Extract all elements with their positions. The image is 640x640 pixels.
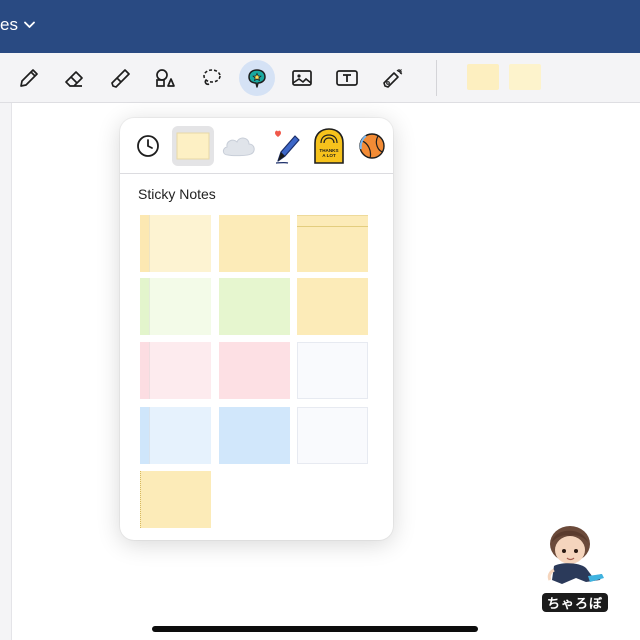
chevron-down-icon [24, 21, 35, 28]
sticky-note-option[interactable] [219, 278, 290, 335]
sticker-icon [248, 69, 266, 88]
sticky-note-option[interactable] [140, 278, 211, 335]
clock-icon [137, 135, 159, 157]
elements-popover: THANKS A LOT Sticky Notes [120, 118, 393, 540]
sticky-note-option[interactable] [297, 215, 368, 272]
sticky-note-option[interactable] [297, 407, 368, 464]
pen-heart-icon [275, 130, 300, 164]
toolbar-divider [436, 60, 437, 96]
tab-recent[interactable] [132, 126, 164, 166]
sticky-note-icon [176, 132, 210, 160]
svg-text:A LOT: A LOT [322, 153, 336, 158]
sticky-note-option[interactable] [297, 278, 368, 335]
tab-more-stickers[interactable] [356, 126, 386, 166]
highlighter-icon [111, 69, 130, 88]
thanks-badge-icon: THANKSA LOT [314, 128, 344, 164]
shapes-icon [156, 69, 175, 87]
highlighter-tool-button[interactable] [104, 62, 136, 94]
laser-pointer-icon [383, 69, 403, 88]
document-title-text: es [0, 15, 18, 34]
sticky-note-option[interactable] [140, 407, 211, 464]
watermark-label: ちゃろぼ [542, 593, 608, 612]
text-tool-button[interactable] [331, 62, 363, 94]
tab-sticky-notes[interactable] [172, 126, 214, 166]
shapes-tool-button[interactable] [149, 62, 181, 94]
sticky-note-option[interactable] [140, 471, 211, 528]
home-indicator[interactable] [152, 626, 478, 632]
ball-icon [359, 133, 385, 159]
pen-tool-button[interactable] [13, 62, 45, 94]
sticky-note-option[interactable] [140, 215, 211, 272]
recent-note-swatch-2[interactable] [509, 64, 541, 90]
tab-badges[interactable]: THANKS A LOT [310, 126, 348, 166]
elements-tool-button[interactable] [239, 60, 275, 96]
pencil-icon [20, 69, 38, 87]
title-bar: es [0, 0, 640, 53]
section-heading: Sticky Notes [138, 186, 216, 202]
tab-clouds[interactable] [219, 126, 259, 166]
element-category-tabs: THANKS A LOT [120, 118, 393, 174]
image-icon [292, 70, 312, 86]
recent-note-swatch-1[interactable] [467, 64, 499, 90]
cloud-icon [222, 137, 255, 157]
sticky-note-option[interactable] [219, 407, 290, 464]
sticky-note-option[interactable] [297, 342, 368, 399]
tab-doodles[interactable] [266, 126, 304, 166]
document-title[interactable]: es [0, 15, 35, 35]
eraser-tool-button[interactable] [58, 62, 90, 94]
page-sidebar-edge [0, 103, 12, 640]
sticky-note-option[interactable] [219, 342, 290, 399]
lasso-tool-button[interactable] [195, 62, 227, 94]
laser-tool-button[interactable] [377, 62, 409, 94]
sticky-note-option[interactable] [219, 215, 290, 272]
text-box-icon [336, 70, 358, 86]
eraser-icon [65, 71, 83, 87]
lasso-icon [203, 69, 221, 86]
image-tool-button[interactable] [286, 62, 318, 94]
tool-bar [0, 53, 640, 103]
sticky-note-option[interactable] [140, 342, 211, 399]
